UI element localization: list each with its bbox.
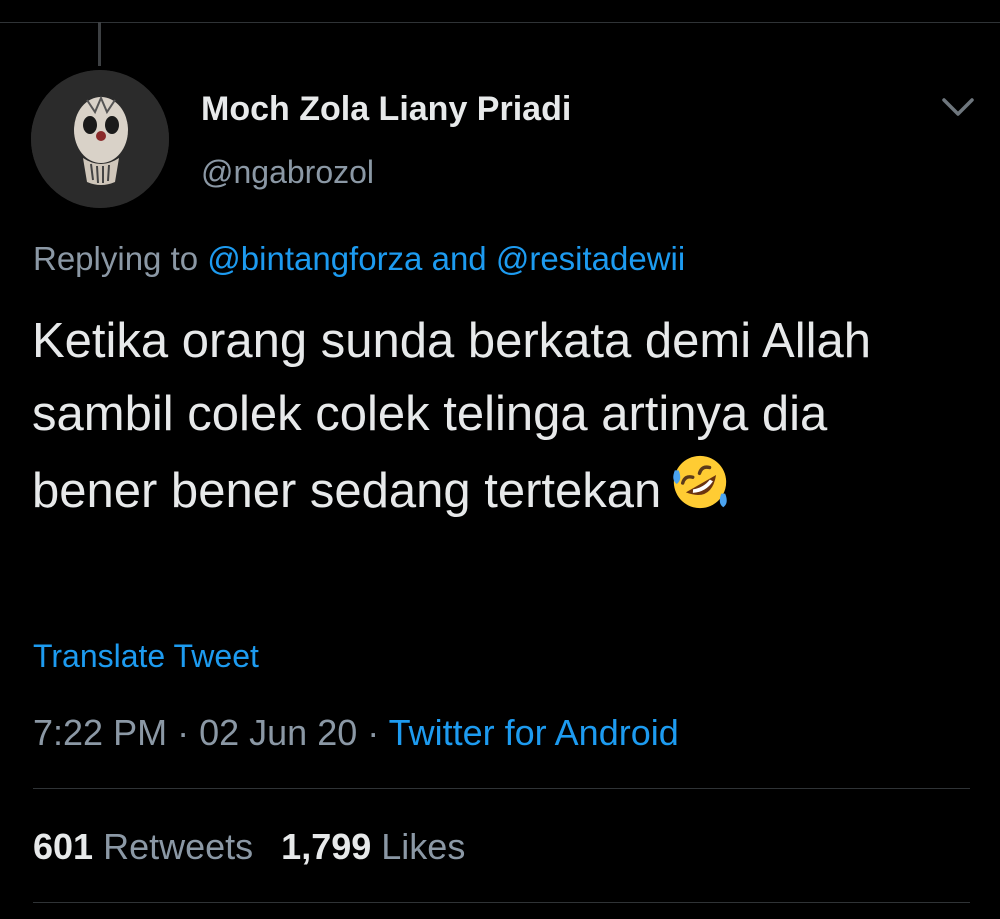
- tweet-text: Ketika orang sunda berkata demi Allah sa…: [32, 314, 871, 518]
- mention-link-resitadewii[interactable]: @resitadewii: [496, 240, 685, 277]
- tweet-source-link[interactable]: Twitter for Android: [389, 712, 679, 753]
- likes-stat[interactable]: 1,799 Likes: [281, 826, 465, 867]
- stats-divider-bottom: [33, 902, 970, 903]
- tweet-body: Ketika orang sunda berkata demi Allah sa…: [32, 305, 962, 528]
- translate-tweet-link[interactable]: Translate Tweet: [33, 638, 259, 675]
- retweets-stat[interactable]: 601 Retweets: [33, 826, 253, 867]
- author-display-name[interactable]: Moch Zola Liany Priadi: [201, 90, 571, 129]
- meta-separator: ·: [177, 712, 190, 753]
- likes-label: Likes: [381, 826, 466, 867]
- replying-to-line: Replying to @bintangforza and @resitadew…: [33, 240, 685, 278]
- top-divider: [0, 22, 1000, 23]
- replying-to-prefix: Replying to: [33, 240, 199, 277]
- retweets-label: Retweets: [103, 826, 254, 867]
- tweet-meta: 7:22 PM · 02 Jun 20 · Twitter for Androi…: [33, 712, 679, 754]
- tweet-stats: 601 Retweets 1,799 Likes: [33, 826, 465, 868]
- likes-count: 1,799: [281, 826, 372, 867]
- replying-joiner: and: [431, 240, 487, 277]
- tweet-time[interactable]: 7:22 PM: [33, 712, 167, 753]
- thread-connector-line: [98, 22, 101, 66]
- rolling-on-the-floor-laughing-emoji: [673, 455, 728, 509]
- avatar[interactable]: [31, 70, 169, 208]
- tweet-date[interactable]: 02 Jun 20: [199, 712, 357, 753]
- meta-separator: ·: [367, 712, 380, 753]
- author-handle[interactable]: @ngabrozol: [201, 154, 374, 191]
- mention-link-bintangforza[interactable]: @bintangforza: [207, 240, 422, 277]
- chevron-down-icon[interactable]: [938, 92, 978, 122]
- stats-divider-top: [33, 788, 970, 789]
- avatar-image: [31, 70, 169, 208]
- retweets-count: 601: [33, 826, 94, 867]
